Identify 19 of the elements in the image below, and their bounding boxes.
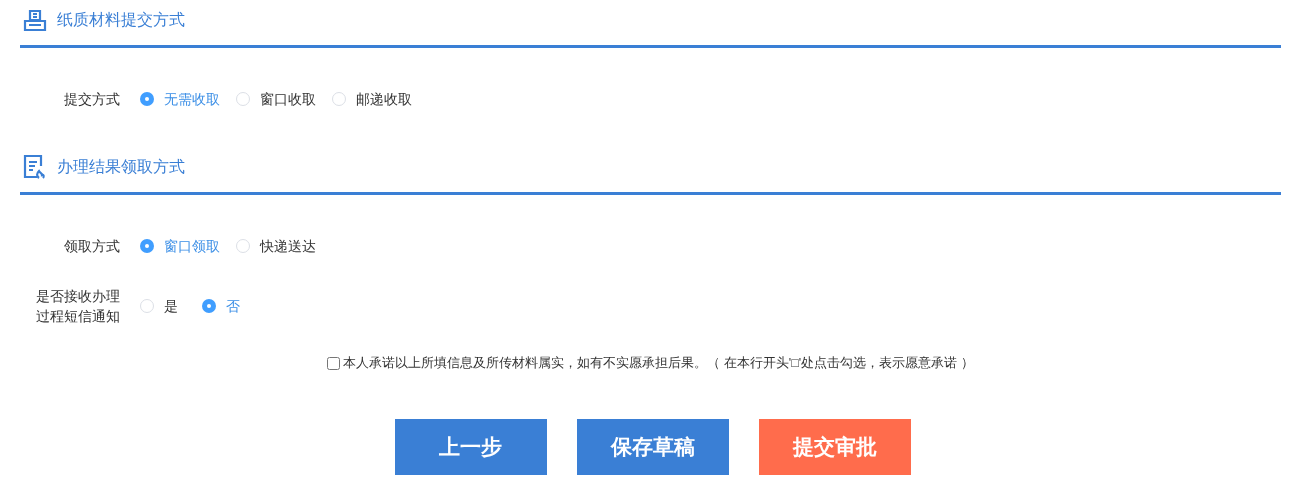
- section-title: 纸质材料提交方式: [57, 10, 185, 30]
- section-title: 办理结果领取方式: [57, 157, 185, 177]
- radio-option[interactable]: 否: [202, 295, 240, 317]
- radio-option[interactable]: 窗口收取: [236, 88, 316, 110]
- radio-option[interactable]: 邮递收取: [332, 88, 412, 110]
- printer-icon: [23, 8, 47, 32]
- radio-option[interactable]: 窗口领取: [140, 235, 220, 257]
- action-button[interactable]: 保存草稿: [576, 418, 729, 475]
- action-button[interactable]: 上一步: [394, 418, 547, 475]
- commitment-checkbox[interactable]: [327, 356, 341, 370]
- field-label: 领取方式: [64, 237, 120, 256]
- radio-option[interactable]: 是: [140, 295, 178, 317]
- document-icon: [23, 154, 47, 180]
- radio-option[interactable]: 快递送达: [236, 235, 316, 257]
- commitment-text: 本人承诺以上所填信息及所传材料属实，如有不实愿承担后果。（ 在本行开头'□'处点击勾选，表示愿意承诺 ）: [343, 355, 974, 372]
- field-label: 是否接收办理过程短信通知: [35, 287, 120, 326]
- radio-option[interactable]: 无需收取: [140, 88, 220, 110]
- field-label: 提交方式: [64, 90, 120, 109]
- action-button[interactable]: 提交审批: [758, 418, 911, 475]
